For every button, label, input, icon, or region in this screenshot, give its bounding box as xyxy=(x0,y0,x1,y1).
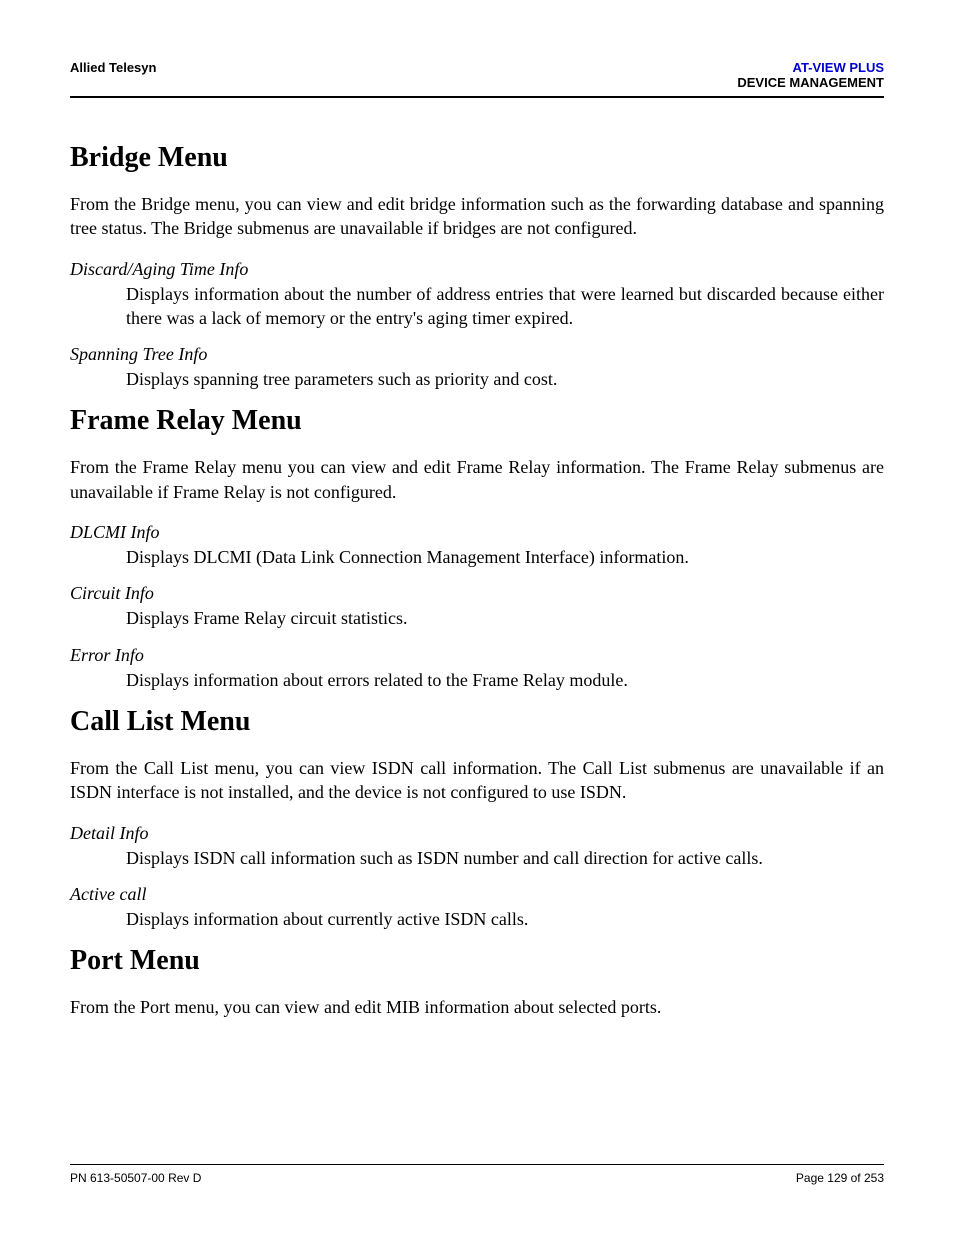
page-footer: PN 613-50507-00 Rev D Page 129 of 253 xyxy=(70,1164,884,1185)
def-error: Displays information about errors relate… xyxy=(126,668,884,692)
heading-call-list: Call List Menu xyxy=(70,706,884,738)
def-circuit: Displays Frame Relay circuit statistics. xyxy=(126,606,884,630)
header-right: AT-VIEW PLUS DEVICE MANAGEMENT xyxy=(737,60,884,90)
term-detail-info: Detail Info xyxy=(70,823,884,844)
footer-left: PN 613-50507-00 Rev D xyxy=(70,1171,201,1185)
term-error: Error Info xyxy=(70,645,884,666)
intro-bridge: From the Bridge menu, you can view and e… xyxy=(70,192,884,241)
header-left: Allied Telesyn xyxy=(70,60,156,75)
heading-bridge: Bridge Menu xyxy=(70,142,884,174)
term-dlcmi: DLCMI Info xyxy=(70,522,884,543)
product-name: AT-VIEW PLUS xyxy=(793,60,884,75)
term-circuit: Circuit Info xyxy=(70,583,884,604)
intro-port: From the Port menu, you can view and edi… xyxy=(70,995,884,1019)
section-name: DEVICE MANAGEMENT xyxy=(737,75,884,90)
term-active-call: Active call xyxy=(70,884,884,905)
intro-frame-relay: From the Frame Relay menu you can view a… xyxy=(70,455,884,504)
def-spanning-tree: Displays spanning tree parameters such a… xyxy=(126,367,884,391)
def-discard-aging: Displays information about the number of… xyxy=(126,282,884,331)
def-detail-info: Displays ISDN call information such as I… xyxy=(126,846,884,870)
content: Bridge Menu From the Bridge menu, you ca… xyxy=(70,98,884,1019)
page: Allied Telesyn AT-VIEW PLUS DEVICE MANAG… xyxy=(0,0,954,1235)
heading-port: Port Menu xyxy=(70,945,884,977)
def-active-call: Displays information about currently act… xyxy=(126,907,884,931)
page-header: Allied Telesyn AT-VIEW PLUS DEVICE MANAG… xyxy=(70,60,884,98)
def-dlcmi: Displays DLCMI (Data Link Connection Man… xyxy=(126,545,884,569)
term-spanning-tree: Spanning Tree Info xyxy=(70,344,884,365)
footer-right: Page 129 of 253 xyxy=(796,1171,884,1185)
term-discard-aging: Discard/Aging Time Info xyxy=(70,259,884,280)
intro-call-list: From the Call List menu, you can view IS… xyxy=(70,756,884,805)
heading-frame-relay: Frame Relay Menu xyxy=(70,405,884,437)
